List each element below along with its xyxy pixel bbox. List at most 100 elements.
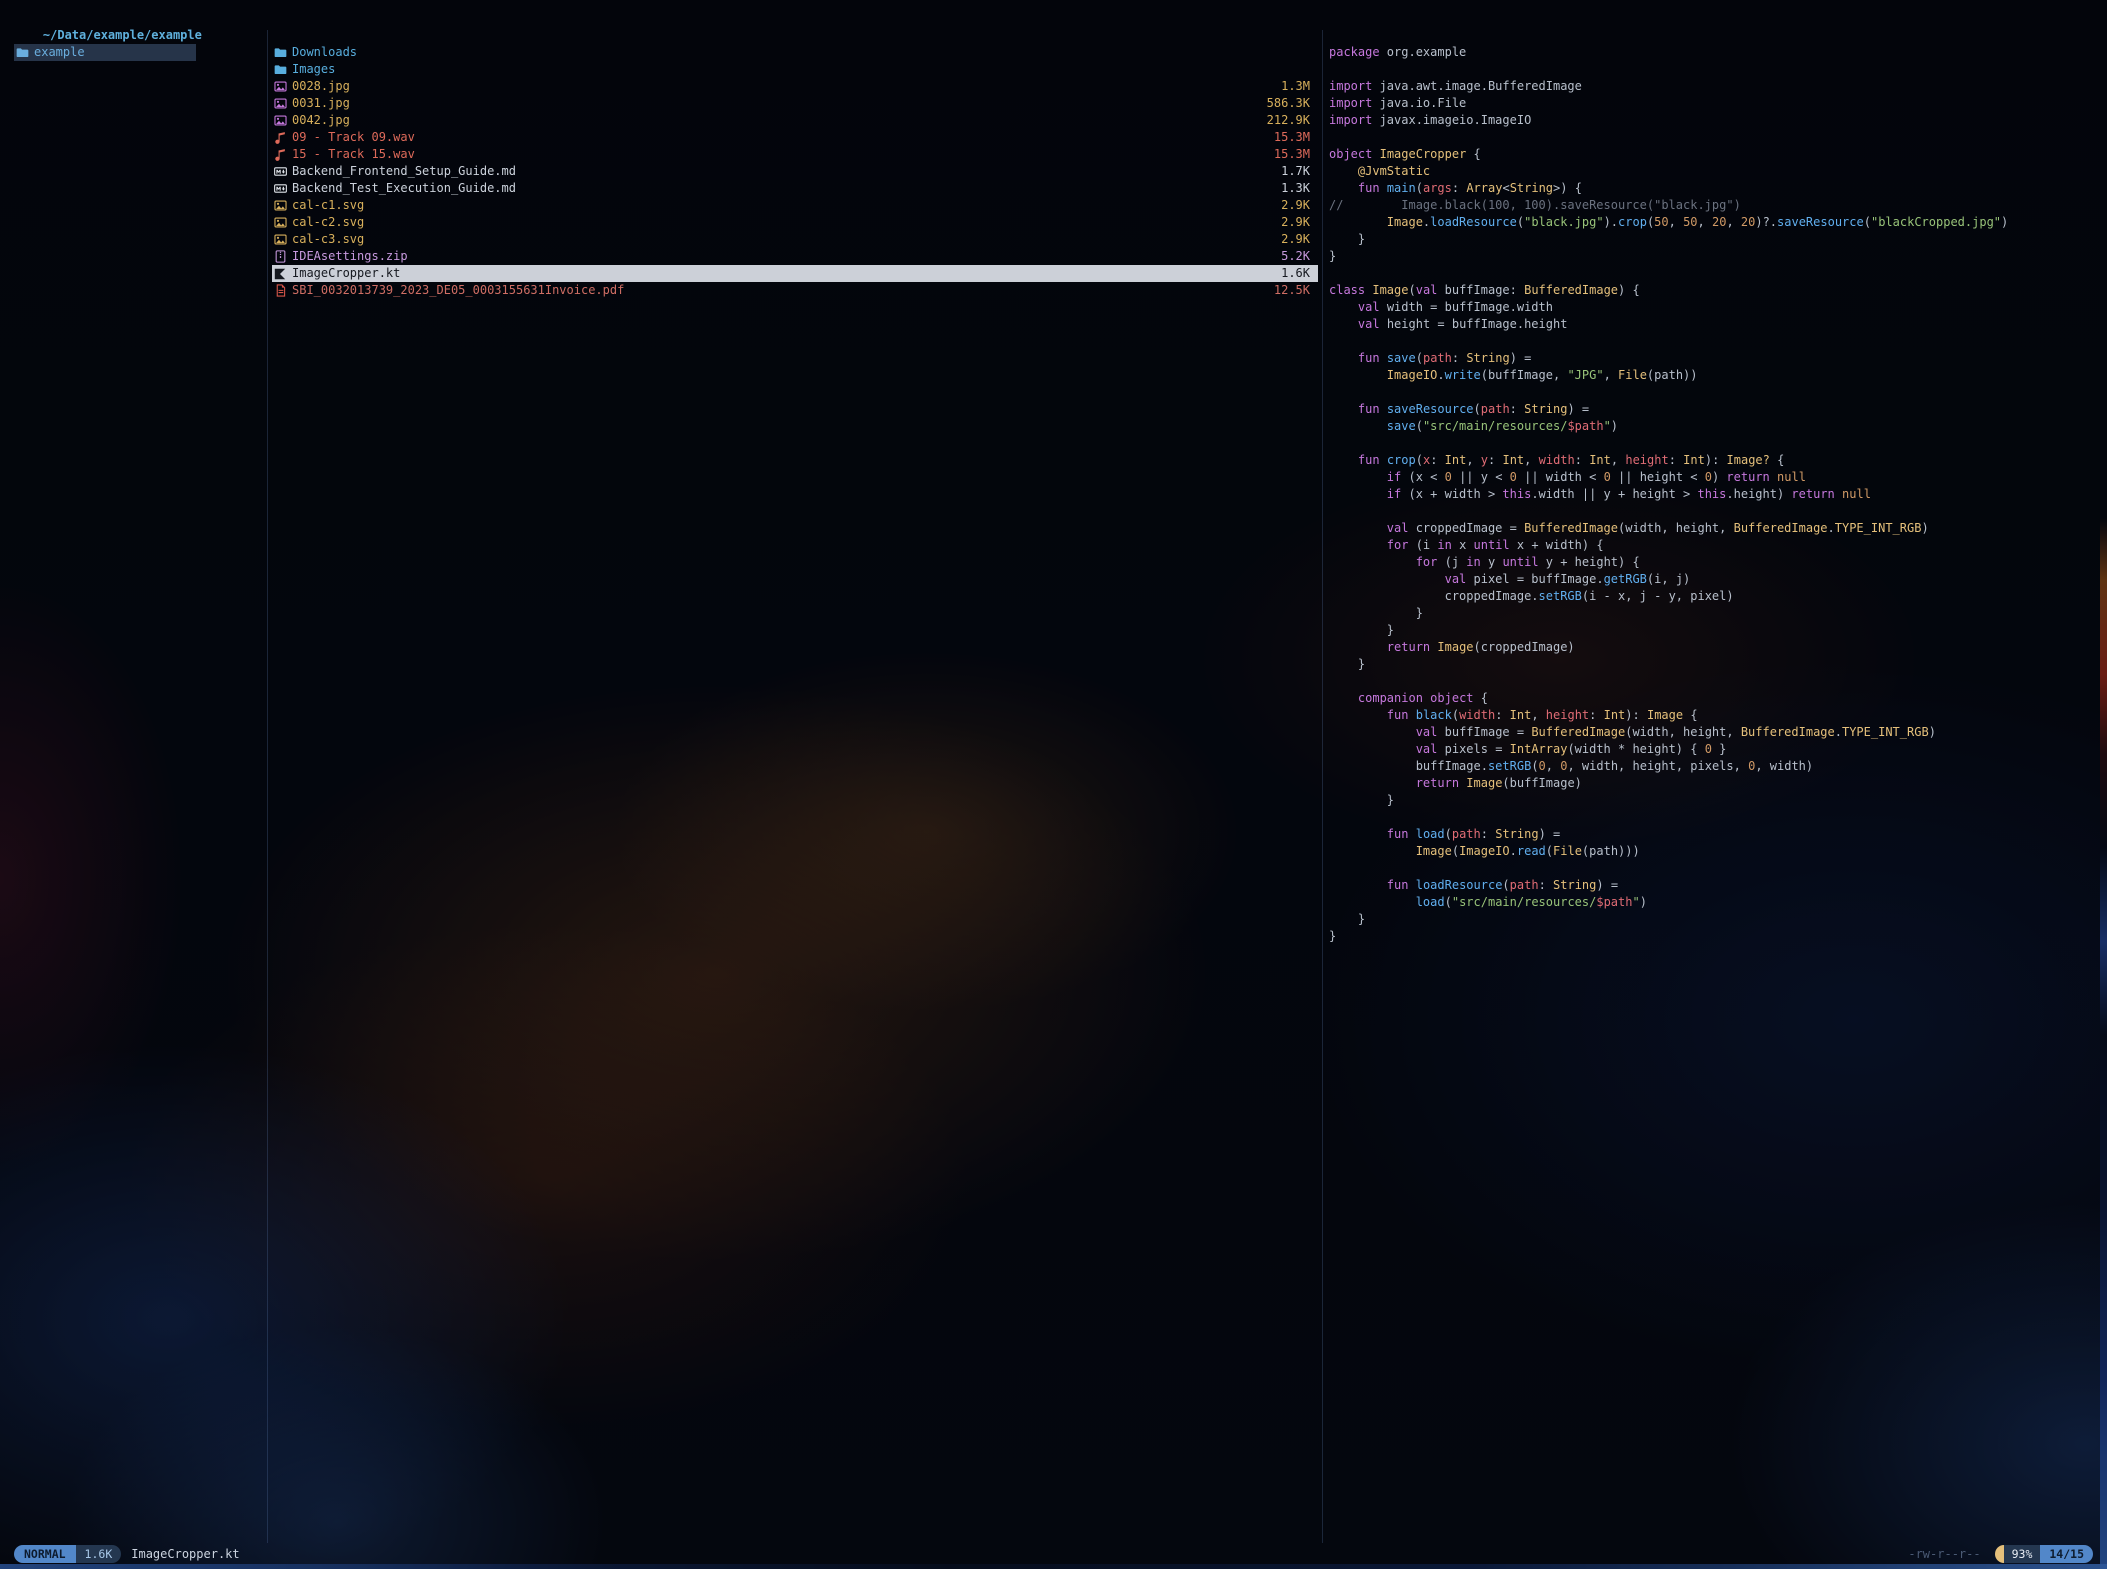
file-row[interactable]: IDEAsettings.zip5.2K — [272, 248, 1318, 265]
file-name: Backend_Test_Execution_Guide.md — [292, 180, 1273, 197]
folder-icon — [274, 63, 292, 76]
code-line — [1329, 61, 2097, 78]
code-line: fun main(args: Array<String>) { — [1329, 180, 2097, 197]
code-line: // Image.black(100, 100).saveResource("b… — [1329, 197, 2097, 214]
file-size: 1.3M — [1281, 78, 1310, 95]
code-line: val buffImage = BufferedImage(width, hei… — [1329, 724, 2097, 741]
file-name: cal-c3.svg — [292, 231, 1273, 248]
code-line — [1329, 265, 2097, 282]
image-icon — [274, 114, 292, 127]
markdown-icon — [274, 165, 292, 178]
file-name: cal-c2.svg — [292, 214, 1273, 231]
file-name: SBI_0032013739_2023_DE05_0003155631Invoi… — [292, 282, 1266, 299]
file-size: 212.9K — [1267, 112, 1310, 129]
code-line: val height = buffImage.height — [1329, 316, 2097, 333]
code-line: return Image(buffImage) — [1329, 775, 2097, 792]
file-size: 586.3K — [1267, 95, 1310, 112]
code-line: class Image(val buffImage: BufferedImage… — [1329, 282, 2097, 299]
file-row[interactable]: example — [14, 44, 196, 61]
scroll-percent: 93% — [2004, 1545, 2041, 1563]
file-size: 2.9K — [1281, 214, 1310, 231]
file-name: 0028.jpg — [292, 78, 1273, 95]
folder-icon — [16, 46, 34, 59]
code-line: } — [1329, 656, 2097, 673]
code-line — [1329, 503, 2097, 520]
file-row[interactable]: 0028.jpg 1.3M — [272, 78, 1318, 95]
file-name: 0042.jpg — [292, 112, 1259, 129]
code-line: fun load(path: String) = — [1329, 826, 2097, 843]
code-line: save("src/main/resources/$path") — [1329, 418, 2097, 435]
vector-icon — [274, 216, 292, 229]
code-line: val width = buffImage.width — [1329, 299, 2097, 316]
code-line — [1329, 860, 2097, 877]
file-row[interactable]: SBI_0032013739_2023_DE05_0003155631Invoi… — [272, 282, 1318, 299]
file-row[interactable]: 15 - Track 15.wav15.3M — [272, 146, 1318, 163]
code-line — [1329, 809, 2097, 826]
file-row[interactable]: Downloads — [272, 44, 1318, 61]
file-row[interactable]: 0031.jpg 586.3K — [272, 95, 1318, 112]
zip-icon — [274, 250, 292, 263]
terminal-window: ~/Data/example/example example Downloads… — [0, 0, 2107, 1569]
file-name: 0031.jpg — [292, 95, 1259, 112]
file-size: 1.6K — [1281, 265, 1310, 282]
file-row[interactable]: Backend_Test_Execution_Guide.md 1.3K — [272, 180, 1318, 197]
code-line: croppedImage.setRGB(i - x, j - y, pixel) — [1329, 588, 2097, 605]
file-name: Images — [292, 61, 1302, 78]
kotlin-icon — [274, 268, 292, 280]
file-size-badge: 1.6K — [76, 1545, 122, 1563]
code-line: load("src/main/resources/$path") — [1329, 894, 2097, 911]
status-filename: ImageCropper.kt — [131, 1547, 239, 1561]
parent-directory-pane: example — [14, 44, 196, 1543]
pdf-icon — [274, 284, 292, 297]
file-row[interactable]: 0042.jpg 212.9K — [272, 112, 1318, 129]
code-line: fun saveResource(path: String) = — [1329, 401, 2097, 418]
file-size: 1.3K — [1281, 180, 1310, 197]
code-line: } — [1329, 248, 2097, 265]
file-row[interactable]: 09 - Track 09.wav15.3M — [272, 129, 1318, 146]
folder-icon — [274, 46, 292, 59]
file-row[interactable]: Images — [272, 61, 1318, 78]
code-line — [1329, 333, 2097, 350]
file-row[interactable]: cal-c1.svg2.9K — [272, 197, 1318, 214]
code-line: val pixels = IntArray(width * height) { … — [1329, 741, 2097, 758]
file-permissions: -rw-r--r-- — [1908, 1547, 1980, 1561]
file-list-pane: DownloadsImages0028.jpg 1.3M 0031.jpg 586.3… — [272, 44, 1318, 1543]
markdown-icon — [274, 182, 292, 195]
code-line: fun crop(x: Int, y: Int, width: Int, hei… — [1329, 452, 2097, 469]
status-bar-left: NORMAL 1.6K ImageCropper.kt — [14, 1545, 240, 1563]
percent-badge-cap — [1995, 1545, 2004, 1563]
file-name: IDEAsettings.zip — [292, 248, 1273, 265]
cwd-path: ~/Data/example/example — [43, 28, 202, 42]
code-line — [1329, 384, 2097, 401]
file-row[interactable]: Backend_Frontend_Setup_Guide.md1.7K — [272, 163, 1318, 180]
file-name: 09 - Track 09.wav — [292, 129, 1266, 146]
code-line: buffImage.setRGB(0, 0, width, height, pi… — [1329, 758, 2097, 775]
file-row[interactable]: cal-c2.svg 2.9K — [272, 214, 1318, 231]
code-line: } — [1329, 911, 2097, 928]
code-line — [1329, 673, 2097, 690]
code-line: val croppedImage = BufferedImage(width, … — [1329, 520, 2097, 537]
code-line: object ImageCropper { — [1329, 146, 2097, 163]
file-name: Backend_Frontend_Setup_Guide.md — [292, 163, 1273, 180]
code-line — [1329, 129, 2097, 146]
file-name: Downloads — [292, 44, 1302, 61]
code-line: fun save(path: String) = — [1329, 350, 2097, 367]
file-name: cal-c1.svg — [292, 197, 1273, 214]
code-line: Image.loadResource("black.jpg").crop(50,… — [1329, 214, 2097, 231]
preview-pane: package org.example import java.awt.imag… — [1329, 44, 2097, 1543]
vector-icon — [274, 233, 292, 246]
code-line: fun loadResource(path: String) = — [1329, 877, 2097, 894]
code-line: for (j in y until y + height) { — [1329, 554, 2097, 571]
file-name: 15 - Track 15.wav — [292, 146, 1266, 163]
list-position: 14/15 — [2040, 1545, 2093, 1563]
audio-icon — [274, 131, 292, 144]
file-row[interactable]: ImageCropper.kt 1.6K — [272, 265, 1318, 282]
code-line: import java.awt.image.BufferedImage — [1329, 78, 2097, 95]
mode-badge: NORMAL — [14, 1545, 76, 1563]
file-name: example — [34, 44, 180, 61]
image-icon — [274, 97, 292, 110]
file-row[interactable]: cal-c3.svg 2.9K — [272, 231, 1318, 248]
file-name: ImageCropper.kt — [292, 265, 1273, 282]
file-size: 2.9K — [1281, 231, 1310, 248]
code-line — [1329, 435, 2097, 452]
